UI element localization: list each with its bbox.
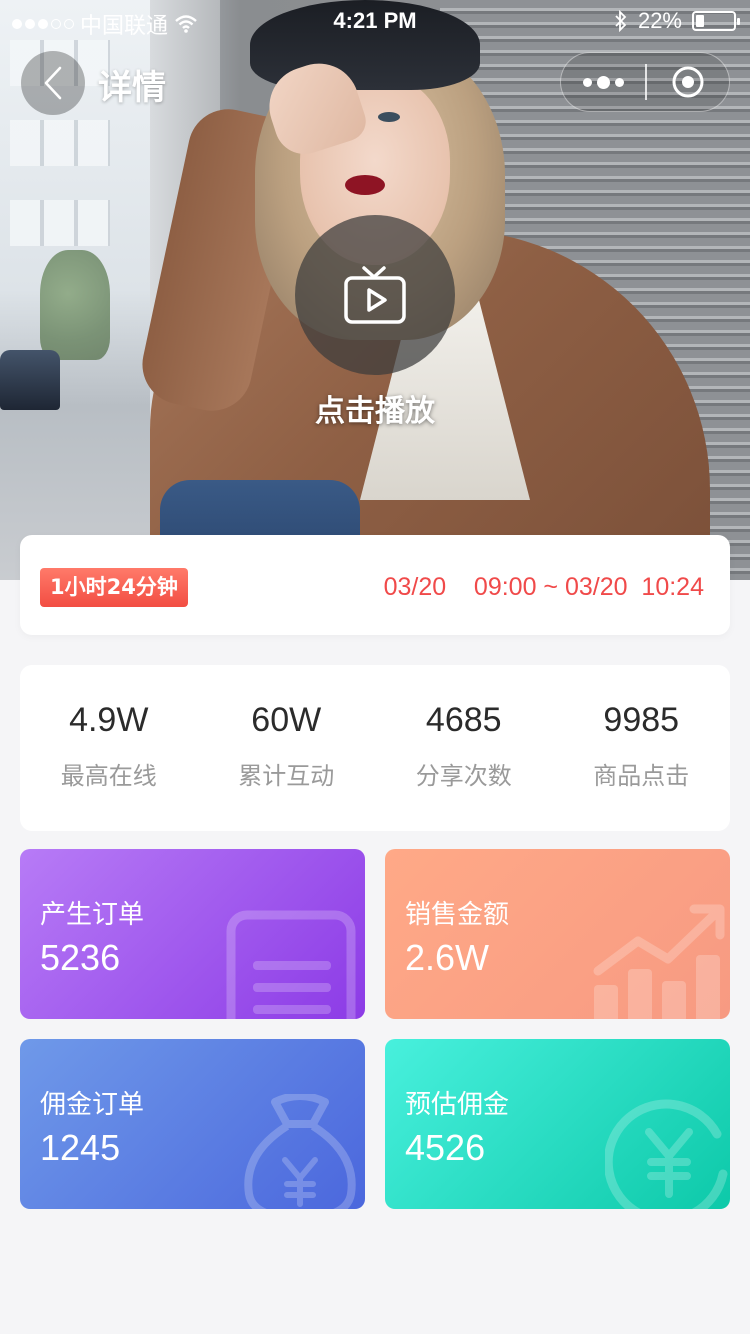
chevron-left-icon — [44, 66, 62, 100]
tv-play-icon — [344, 266, 406, 324]
time-range: 03/20 09:00 ~ 03/20 10:24 — [383, 573, 704, 601]
stat-label: 商品点击 — [593, 762, 690, 790]
stat-value: 60W — [251, 701, 322, 739]
trend-chart-icon — [593, 904, 725, 1019]
metric-label: 产生订单 — [40, 900, 145, 930]
money-bag-icon — [244, 1094, 356, 1209]
stat-value: 9985 — [603, 701, 680, 739]
stat-shares: 4685 分享次数 — [375, 665, 553, 831]
metric-value: 4526 — [405, 1127, 486, 1168]
battery-icon — [692, 11, 740, 31]
yen-coin-icon — [605, 1099, 728, 1209]
target-close-icon — [672, 66, 704, 98]
stat-value: 4685 — [425, 701, 502, 739]
metric-value: 5236 — [40, 937, 121, 978]
metric-sales-amount[interactable]: 销售金额 2.6W — [385, 849, 730, 1019]
more-dots-icon — [582, 77, 592, 87]
stat-product-clicks: 9985 商品点击 — [553, 665, 731, 831]
stats-card: 4.9W 最高在线 60W 累计互动 4685 分享次数 9985 商品点击 — [20, 665, 730, 831]
back-button[interactable] — [21, 51, 85, 115]
metric-label: 佣金订单 — [40, 1090, 145, 1120]
status-bar: 中国联通 4:21 PM 22% — [0, 0, 750, 40]
stat-peak-online: 4.9W 最高在线 — [20, 665, 198, 831]
metric-commission-orders[interactable]: 佣金订单 1245 — [20, 1039, 365, 1209]
metric-label: 销售金额 — [405, 900, 510, 930]
bluetooth-icon — [615, 10, 627, 32]
stat-value: 4.9W — [69, 701, 149, 739]
metric-value: 1245 — [40, 1127, 121, 1168]
document-icon — [226, 910, 356, 1019]
mini-program-capsule — [560, 52, 730, 112]
metric-orders[interactable]: 产生订单 5236 — [20, 849, 365, 1019]
live-detail-page: 中国联通 4:21 PM 22% 详情 点击播放 1小时24分钟 03/20 0… — [0, 0, 750, 1334]
stat-label: 分享次数 — [415, 762, 512, 790]
play-button[interactable] — [295, 215, 455, 375]
stat-total-interactions: 60W 累计互动 — [198, 665, 376, 831]
play-label[interactable]: 点击播放 — [0, 386, 750, 430]
battery-percent: 22% — [637, 8, 682, 33]
close-button[interactable] — [647, 52, 729, 112]
page-title: 详情 — [98, 68, 166, 108]
metric-estimated-commission[interactable]: 预估佣金 4526 — [385, 1039, 730, 1209]
metric-label: 预估佣金 — [405, 1090, 510, 1120]
live-time-card: 1小时24分钟 03/20 09:00 ~ 03/20 10:24 — [20, 535, 730, 635]
stat-label: 累计互动 — [238, 762, 335, 790]
duration-badge: 1小时24分钟 — [40, 568, 188, 607]
stat-label: 最高在线 — [60, 762, 157, 790]
metric-value: 2.6W — [405, 937, 490, 978]
more-button[interactable] — [561, 52, 645, 112]
